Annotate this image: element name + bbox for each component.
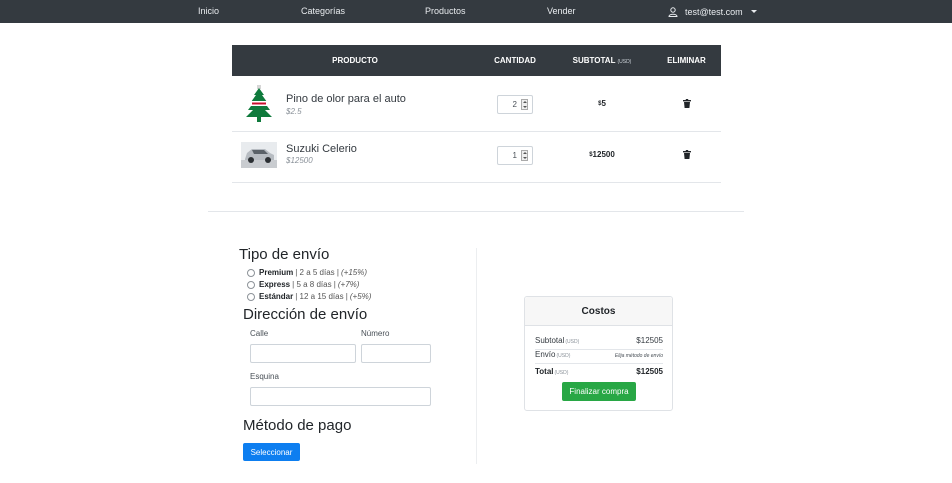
cost-subtotal-label: Subtotal: [535, 336, 565, 345]
shipping-option-express[interactable]: Express | 5 a 8 días | (+7%): [247, 280, 359, 289]
nav-link-categorias[interactable]: Categorías: [301, 6, 345, 16]
corner-label: Esquina: [250, 372, 279, 381]
user-menu[interactable]: test@test.com: [668, 4, 757, 19]
row-subtotal-value: 5: [601, 99, 606, 108]
cart-row: Suzuki Celerio $12500 1 $12500: [232, 132, 721, 183]
section-divider: [208, 211, 744, 212]
shipping-option-premium[interactable]: Premium | 2 a 5 días | (+15%): [247, 268, 367, 277]
nav-link-vender[interactable]: Vender: [547, 6, 576, 16]
product-price: $12500: [286, 156, 313, 165]
trash-icon[interactable]: [683, 99, 691, 108]
cost-shipping-row: Envío(USD) Elija método de envío: [535, 350, 663, 359]
option-days: | 5 a 8 días |: [292, 280, 336, 289]
option-days: | 12 a 15 días |: [295, 292, 348, 301]
top-navbar: Inicio Categorías Productos Vender test@…: [0, 0, 952, 23]
street-label: Calle: [250, 329, 269, 338]
row-subtotal: $5: [552, 99, 652, 108]
select-payment-button[interactable]: Seleccionar: [243, 443, 300, 461]
cost-subtotal-row: Subtotal(USD) $12505: [535, 336, 663, 345]
shipping-type-title: Tipo de envío: [239, 246, 330, 263]
cost-shipping-label: Envío: [535, 350, 556, 359]
cost-subtotal-value: $12505: [636, 336, 663, 345]
cart-row: Pino de olor para el auto $2.5 2 $5: [232, 76, 721, 132]
cost-total-unit: (USD): [554, 370, 569, 376]
cost-total-value: $12505: [636, 367, 663, 376]
quantity-stepper[interactable]: 1: [497, 146, 533, 165]
trash-icon[interactable]: [683, 150, 691, 159]
cost-total-label: Total: [535, 367, 554, 376]
radio-button[interactable]: [247, 280, 255, 289]
quantity-stepper[interactable]: 2: [497, 95, 533, 114]
corner-input[interactable]: [250, 387, 431, 406]
costs-card: Costos Subtotal(USD) $12505 Envío(USD) E…: [524, 296, 673, 411]
product-name[interactable]: Pino de olor para el auto: [286, 93, 406, 105]
option-days: | 2 a 5 días |: [295, 268, 339, 277]
costs-title: Costos: [525, 297, 672, 326]
cart-table-header: PRODUCTO CANTIDAD SUBTOTAL (USD) ELIMINAR: [232, 45, 721, 76]
finish-purchase-button[interactable]: Finalizar compra: [562, 382, 636, 401]
user-email: test@test.com: [685, 6, 743, 17]
header-subtotal-label: SUBTOTAL: [572, 56, 616, 65]
header-remove: ELIMINAR: [667, 56, 706, 65]
chevron-down-icon: [750, 10, 757, 13]
row-subtotal: $12500: [552, 150, 652, 159]
option-percent: (+15%): [340, 268, 367, 277]
number-input[interactable]: [361, 344, 431, 363]
cost-total-row: Total(USD) $12505: [535, 367, 663, 376]
payment-method-title: Método de pago: [243, 417, 352, 434]
spinner-arrows-icon[interactable]: [521, 99, 528, 110]
header-subtotal: SUBTOTAL (USD): [552, 56, 652, 65]
number-label: Número: [361, 329, 390, 338]
shipping-option-standard[interactable]: Estándar | 12 a 15 días | (+5%): [247, 292, 371, 301]
option-name: Express: [259, 280, 291, 289]
quantity-value: 2: [512, 100, 517, 109]
nav-link-productos[interactable]: Productos: [425, 6, 466, 16]
quantity-value: 1: [512, 151, 517, 160]
nav-link-inicio[interactable]: Inicio: [198, 6, 219, 16]
header-quantity: CANTIDAD: [494, 56, 536, 65]
cost-shipping-value: Elija método de envío: [614, 353, 663, 359]
option-percent: (+7%): [337, 280, 360, 289]
spinner-arrows-icon[interactable]: [521, 150, 528, 161]
radio-button[interactable]: [247, 292, 255, 301]
cart-table: PRODUCTO CANTIDAD SUBTOTAL (USD) ELIMINAR…: [232, 45, 721, 183]
radio-button[interactable]: [247, 268, 255, 277]
option-name: Estándar: [259, 292, 294, 301]
cost-subtotal-unit: (USD): [565, 339, 580, 345]
pine-air-freshener-image: [241, 84, 277, 124]
product-price: $2.5: [286, 107, 302, 116]
header-product: PRODUCTO: [332, 56, 378, 65]
user-icon: [668, 6, 678, 17]
shipping-address-title: Dirección de envío: [243, 306, 368, 323]
option-name: Premium: [259, 268, 294, 277]
row-subtotal-value: 12500: [592, 150, 615, 159]
silver-car-image: [241, 142, 277, 168]
header-subtotal-currency: (USD): [617, 59, 632, 65]
cost-separator: [535, 363, 663, 364]
option-percent: (+5%): [349, 292, 372, 301]
product-name[interactable]: Suzuki Celerio: [286, 143, 357, 155]
cost-shipping-unit: (USD): [556, 353, 571, 359]
street-input[interactable]: [250, 344, 356, 363]
column-divider: [476, 248, 477, 464]
